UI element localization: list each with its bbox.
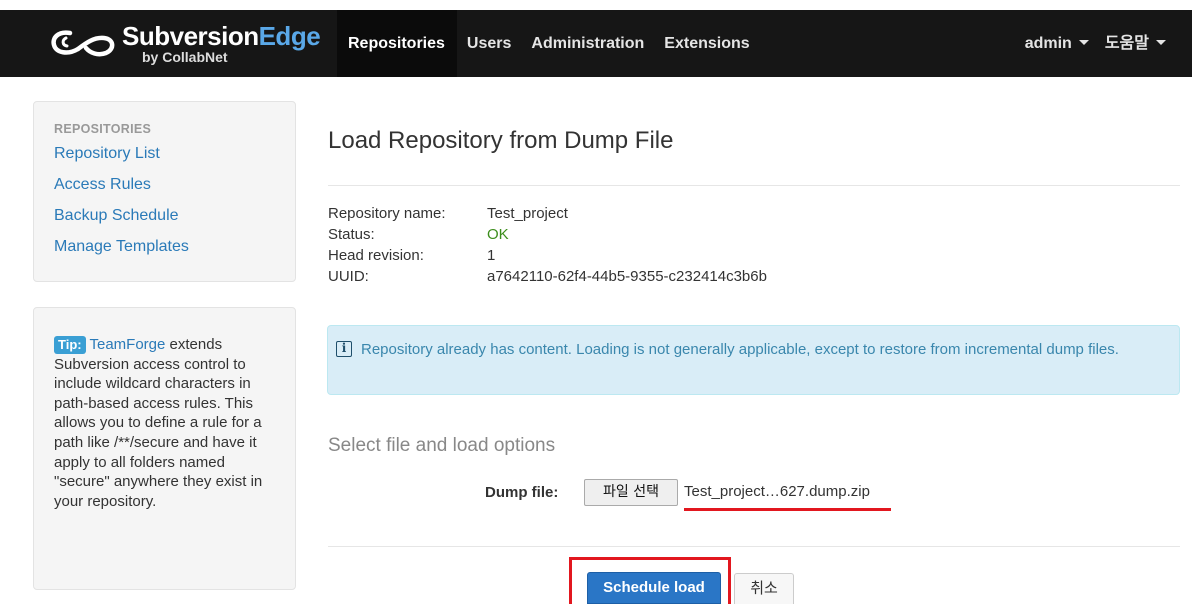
collabnet-swirl-logo-icon (51, 30, 115, 57)
sidebar-item-access-rules[interactable]: Access Rules (54, 176, 295, 207)
info-row: Status: OK (328, 224, 767, 245)
user-menu[interactable]: admin (1009, 10, 1089, 77)
info-row: Repository name: Test_project (328, 203, 767, 224)
help-menu[interactable]: 도움말 (1089, 10, 1166, 77)
sidebar-item-backup-schedule[interactable]: Backup Schedule (54, 207, 295, 238)
sidebar-item-manage-templates[interactable]: Manage Templates (54, 238, 295, 269)
info-key: UUID: (328, 268, 369, 285)
brand-name: SubversionEdge (122, 20, 321, 51)
user-menu-label: admin (1024, 35, 1072, 52)
main-nav: Repositories Users Administration Extens… (337, 10, 760, 77)
info-value: Test_project (487, 205, 568, 222)
info-key: Repository name: (328, 205, 446, 222)
info-icon: i (336, 341, 352, 357)
page-title: Load Repository from Dump File (328, 127, 674, 154)
section-title: Select file and load options (328, 435, 556, 456)
nav-extensions[interactable]: Extensions (654, 10, 759, 77)
repository-info: Repository name: Test_project Status: OK… (328, 203, 767, 287)
nav-repositories[interactable]: Repositories (337, 10, 457, 77)
divider-bottom (328, 546, 1180, 547)
teamforge-link[interactable]: TeamForge (90, 336, 166, 353)
info-value: a7642110-62f4-44b5-9355-c232414c3b6b (487, 268, 767, 285)
nav-users[interactable]: Users (457, 10, 521, 77)
brand-subtitle: by CollabNet (142, 48, 228, 65)
tip-text: extends Subversion access control to inc… (54, 336, 263, 510)
info-key: Head revision: (328, 247, 424, 264)
help-menu-label: 도움말 (1104, 35, 1149, 52)
dump-file-label: Dump file: (485, 484, 559, 501)
top-strip (0, 0, 1192, 10)
brand-name-accent: Edge (258, 20, 321, 51)
schedule-load-button[interactable]: Schedule load (587, 572, 721, 604)
status-value: OK (487, 226, 509, 243)
brand[interactable]: SubversionEdge by CollabNet (48, 18, 321, 68)
brand-name-main: Subversion (122, 20, 259, 51)
sidebar-nav: REPOSITORIES Repository List Access Rule… (33, 101, 296, 282)
info-row: Head revision: 1 (328, 245, 767, 266)
tip-box: Tip: TeamForge extends Subversion access… (33, 307, 296, 590)
nav-administration[interactable]: Administration (521, 10, 654, 77)
nav-right: admin 도움말 (1009, 10, 1166, 77)
info-key: Status: (328, 226, 375, 243)
caret-down-icon (1078, 40, 1089, 46)
cancel-button[interactable]: 취소 (734, 573, 794, 604)
sidebar-heading: REPOSITORIES (54, 122, 152, 136)
info-row: UUID: a7642110-62f4-44b5-9355-c232414c3b… (328, 266, 767, 287)
selected-file-name: Test_project…627.dump.zip (684, 483, 870, 500)
sidebar-item-repository-list[interactable]: Repository List (54, 145, 295, 176)
navbar: SubversionEdge by CollabNet Repositories… (0, 10, 1192, 77)
divider-top (328, 185, 1180, 186)
alert-text: Repository already has content. Loading … (361, 341, 1119, 358)
highlight-underline (684, 508, 891, 511)
info-alert: i Repository already has content. Loadin… (327, 325, 1180, 395)
info-value: 1 (487, 247, 496, 264)
choose-file-button[interactable]: 파일 선택 (584, 479, 678, 506)
tip-badge: Tip: (54, 336, 86, 354)
caret-down-icon (1156, 40, 1166, 46)
